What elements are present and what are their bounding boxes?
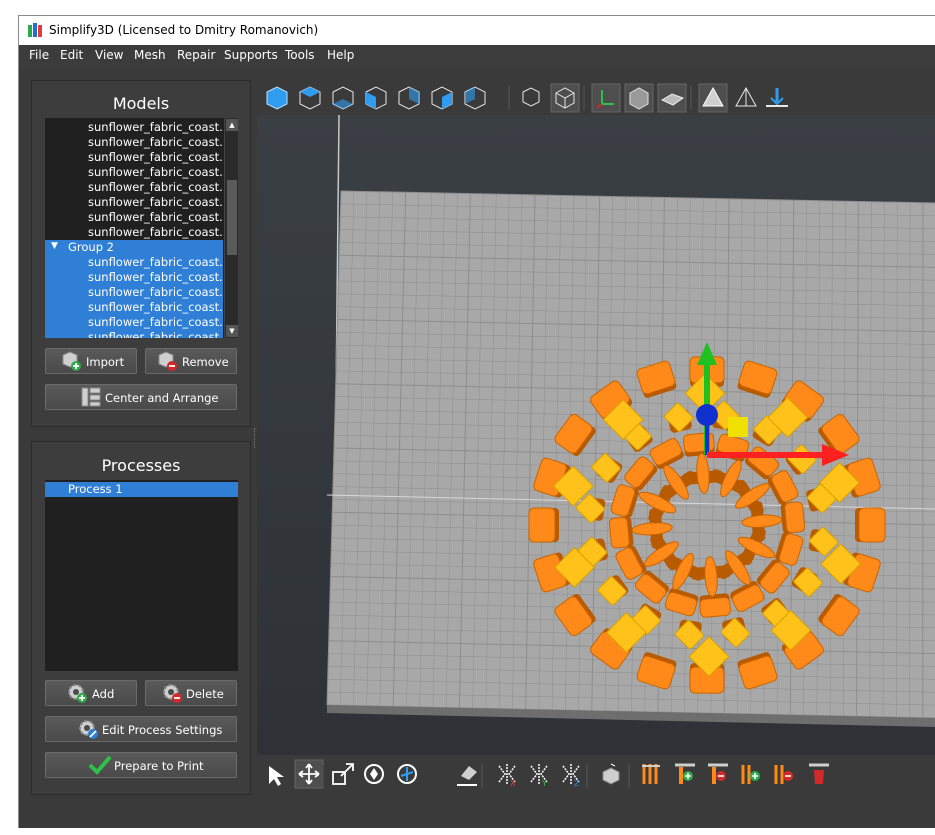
group-model-item[interactable]: sunflower_fabric_coast... (45, 330, 230, 338)
models-panel: Models sunflower_fabric_coast... sunflow… (31, 80, 251, 427)
svg-text:Y: Y (541, 779, 547, 788)
solid-mode-icon[interactable] (698, 83, 728, 113)
models-title: Models (112, 94, 170, 113)
edit-toolbar: X Y Z (257, 756, 935, 796)
arrange-icon (81, 387, 101, 407)
menu-help[interactable]: Help (327, 48, 354, 62)
model-item[interactable]: sunflower_fabric_coast... (45, 225, 238, 240)
mirror-y-icon[interactable]: Y (530, 764, 548, 788)
processes-list[interactable]: Process 1 (45, 480, 238, 671)
mirror-z-icon[interactable]: Z (562, 764, 580, 788)
process-item[interactable]: Process 1 (45, 482, 238, 497)
group-model-item[interactable]: sunflower_fabric_coast... (45, 300, 230, 315)
model-item[interactable]: sunflower_fabric_coast... (45, 180, 238, 195)
view-bottom-icon[interactable] (332, 86, 354, 110)
wireframe-mode-icon[interactable] (735, 86, 757, 107)
menu-supports[interactable]: Supports (224, 48, 278, 62)
view-back-icon[interactable] (398, 86, 420, 110)
model-item[interactable]: sunflower_fabric_coast... (45, 210, 238, 225)
clear-support-icon[interactable] (809, 763, 829, 784)
object-icon[interactable] (602, 763, 620, 785)
model-item[interactable]: sunflower_fabric_coast... (45, 135, 238, 150)
gizmo-center-handle (696, 404, 718, 426)
models-scrollbar[interactable]: ▲ ▼ (224, 118, 238, 338)
view-front-icon[interactable] (365, 86, 387, 110)
processes-panel: Processes Process 1 Add Delete Edit Proc… (31, 441, 251, 795)
rotate-face-icon[interactable] (397, 764, 417, 784)
menu-repair[interactable]: Repair (177, 48, 215, 62)
plane-handle (728, 417, 748, 437)
import-button[interactable]: Import (45, 348, 137, 374)
title-bar: Simplify3D (Licensed to Dmitry Romanovic… (19, 16, 935, 45)
remove-support-icon[interactable] (708, 763, 728, 784)
add-gear-icon (68, 684, 87, 703)
import-icon (62, 351, 81, 371)
menu-tools[interactable]: Tools (285, 48, 315, 62)
group-model-item[interactable]: sunflower_fabric_coast... (45, 315, 230, 330)
mirror-x-icon[interactable]: X (498, 764, 516, 788)
group-model-item[interactable]: sunflower_fabric_coast... (45, 285, 230, 300)
processes-title: Processes (101, 456, 181, 475)
view-toolbar (257, 80, 935, 114)
model-item[interactable]: sunflower_fabric_coast... (45, 120, 238, 135)
support-icon[interactable] (642, 764, 660, 784)
view-default-icon[interactable] (266, 86, 288, 110)
view-left-icon[interactable] (431, 86, 453, 110)
group-row[interactable]: ▼ Group 2 (45, 240, 223, 255)
place-surface-icon[interactable] (457, 766, 477, 786)
menu-file[interactable]: File (29, 48, 49, 62)
ground-icon[interactable] (766, 88, 788, 107)
simplify3d-logo-icon (28, 23, 42, 37)
models-list[interactable]: sunflower_fabric_coast... sunflower_fabr… (45, 118, 238, 338)
menu-bar: File Edit View Mesh Repair Supports Tool… (19, 45, 935, 67)
add-support-icon[interactable] (675, 763, 695, 784)
scroll-thumb[interactable] (227, 180, 237, 255)
window-title: Simplify3D (Licensed to Dmitry Romanovic… (49, 23, 319, 37)
prepare-to-print-button[interactable]: Prepare to Print (45, 752, 237, 778)
scroll-down-icon[interactable]: ▼ (226, 325, 238, 337)
view-top-icon[interactable] (299, 86, 321, 110)
remove-icon (158, 351, 177, 371)
checkmark-icon (88, 755, 112, 775)
remove-button[interactable]: Remove (145, 348, 237, 374)
add-custom-support-icon[interactable] (741, 765, 760, 784)
edit-gear-icon (79, 720, 98, 739)
model-item[interactable]: sunflower_fabric_coast... (45, 150, 238, 165)
group-model-item[interactable]: sunflower_fabric_coast... (45, 255, 230, 270)
menu-edit[interactable]: Edit (60, 48, 83, 62)
svg-text:Z: Z (574, 779, 580, 788)
delete-gear-icon (163, 684, 182, 703)
move-icon[interactable] (294, 759, 324, 789)
perspective-icon[interactable] (550, 83, 580, 113)
3d-viewport[interactable] (257, 115, 935, 755)
view-right-icon[interactable] (464, 86, 486, 110)
center-arrange-button[interactable]: Center and Arrange (45, 384, 237, 410)
model-item[interactable]: sunflower_fabric_coast... (45, 165, 238, 180)
menu-view[interactable]: View (95, 48, 123, 62)
bed-icon[interactable] (657, 83, 687, 113)
delete-process-button[interactable]: Delete (145, 680, 237, 706)
edit-process-settings-button[interactable]: Edit Process Settings (45, 716, 237, 742)
expand-arrow-icon[interactable]: ▼ (51, 241, 58, 251)
svg-text:X: X (510, 779, 516, 788)
ortho-icon[interactable] (522, 87, 540, 107)
scroll-up-icon[interactable]: ▲ (226, 119, 238, 131)
remove-custom-support-icon[interactable] (774, 765, 793, 784)
scale-icon[interactable] (332, 763, 354, 785)
rotate-icon[interactable] (364, 764, 384, 784)
axes-icon[interactable] (591, 83, 621, 113)
menu-mesh[interactable]: Mesh (134, 48, 166, 62)
build-volume-icon[interactable] (624, 83, 654, 113)
select-icon[interactable] (269, 766, 284, 786)
add-process-button[interactable]: Add (45, 680, 137, 706)
model-item[interactable]: sunflower_fabric_coast... (45, 195, 238, 210)
app-window: Simplify3D (Licensed to Dmitry Romanovic… (18, 15, 935, 828)
group-model-item[interactable]: sunflower_fabric_coast... (45, 270, 230, 285)
